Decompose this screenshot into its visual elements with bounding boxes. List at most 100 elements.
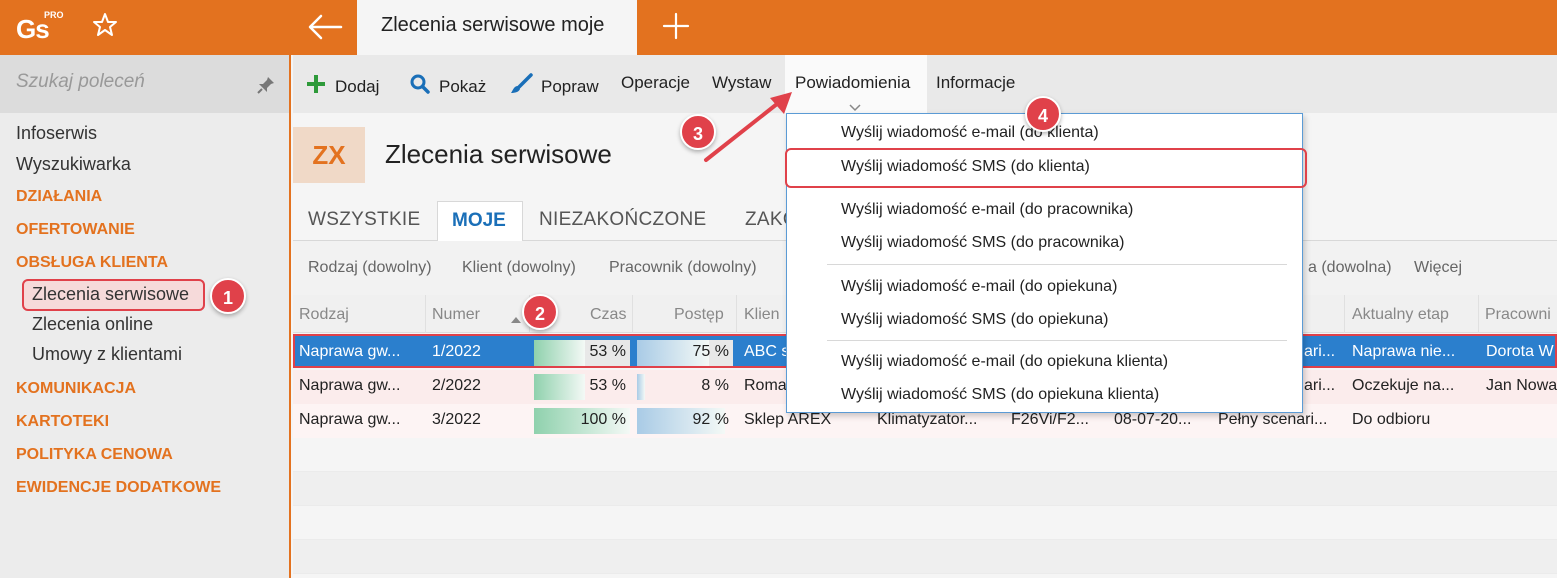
title-bar: Gs PRO Zlecenia serwisowe moje <box>0 0 1557 55</box>
menu-item-email-opiekun-klienta[interactable]: Wyślij wiadomość e-mail (do opiekuna kli… <box>841 353 1168 371</box>
column-divider <box>736 295 737 333</box>
cell-klient: Sklep AREX <box>744 411 832 428</box>
cell-etap: Oczekuje na... <box>1352 377 1455 394</box>
column-divider <box>632 295 633 333</box>
annotation-arrow <box>700 80 800 170</box>
plus-icon <box>305 73 327 100</box>
app-logo: Gs PRO <box>14 8 64 48</box>
cell-scenariusz: ari... <box>1304 343 1336 360</box>
progress-bar-fill <box>637 374 645 400</box>
logo-superscript: PRO <box>44 10 64 20</box>
cell-pracownik: Jan Nowa <box>1486 377 1557 394</box>
add-label: Dodaj <box>335 76 380 96</box>
filter-more[interactable]: Więcej <box>1414 259 1462 277</box>
menu-item-email-pracownik[interactable]: Wyślij wiadomość e-mail (do pracownika) <box>841 201 1133 219</box>
sidebar-category-obsluga-klienta[interactable]: OBSŁUGA KLIENTA <box>16 254 168 272</box>
show-label: Pokaż <box>439 76 487 96</box>
cell-rodzaj: Naprawa gw... <box>299 343 401 360</box>
cell-klient: ABC s <box>744 343 790 360</box>
command-search-input[interactable] <box>16 71 246 93</box>
cell-etap: Naprawa nie... <box>1352 343 1456 360</box>
info-menu[interactable]: Informacje <box>936 73 1015 93</box>
column-divider <box>425 295 426 333</box>
progress-bar: 8 % <box>637 374 733 400</box>
cell-data: 08-07-20... <box>1114 411 1192 428</box>
sidebar: Infoserwis Wyszukiwarka DZIAŁANIA OFERTO… <box>0 55 291 578</box>
pin-icon[interactable] <box>256 75 276 95</box>
cell-model: F26Vi/F2... <box>1011 411 1089 428</box>
filter-pracownik[interactable]: Pracownik (dowolny) <box>609 259 757 277</box>
column-pracownik[interactable]: Pracowni <box>1485 306 1551 324</box>
annotation-badge-1: 1 <box>210 278 246 314</box>
page-title: Zlecenia serwisowe <box>385 139 612 169</box>
sidebar-item-wyszukiwarka[interactable]: Wyszukiwarka <box>16 154 131 175</box>
add-button[interactable]: Dodaj <box>305 73 379 100</box>
cell-etap: Do odbioru <box>1352 411 1431 428</box>
menu-item-sms-pracownik[interactable]: Wyślij wiadomość SMS (do pracownika) <box>841 234 1125 252</box>
filter-data[interactable]: a (dowolna) <box>1308 259 1392 277</box>
filter-rodzaj[interactable]: Rodzaj (dowolny) <box>308 259 432 277</box>
time-bar: 53 % <box>534 340 630 366</box>
column-czas[interactable]: Czas <box>590 306 626 324</box>
menu-divider <box>827 340 1287 341</box>
edit-label: Popraw <box>541 76 599 96</box>
sidebar-category-polityka-cenowa[interactable]: POLITYKA CENOWA <box>16 446 173 464</box>
sidebar-category-ofertowanie[interactable]: OFERTOWANIE <box>16 221 135 239</box>
progress-value: 75 % <box>692 343 729 360</box>
tab-wszystkie[interactable]: WSZYSTKIE <box>308 209 421 231</box>
cell-numer: 1/2022 <box>432 343 481 360</box>
sidebar-item-infoserwis[interactable]: Infoserwis <box>16 123 97 144</box>
column-divider <box>1478 295 1479 333</box>
sidebar-item-umowy-z-klientami[interactable]: Umowy z klientami <box>32 344 182 365</box>
empty-row <box>293 438 1557 472</box>
tab-moje[interactable]: MOJE <box>437 201 523 242</box>
show-button[interactable]: Pokaż <box>409 73 486 100</box>
progress-value: 8 % <box>701 377 729 394</box>
operations-menu[interactable]: Operacje <box>621 73 690 93</box>
edit-button[interactable]: Popraw <box>509 73 599 100</box>
column-aktualny-etap[interactable]: Aktualny etap <box>1352 306 1449 324</box>
annotation-badge-3: 3 <box>680 114 716 150</box>
time-bar: 100 % <box>534 408 630 434</box>
chevron-down-icon <box>849 99 861 112</box>
menu-item-email-opiekun[interactable]: Wyślij wiadomość e-mail (do opiekuna) <box>841 278 1117 296</box>
cell-numer: 3/2022 <box>432 411 481 428</box>
tab-title: Zlecenia serwisowe moje <box>381 14 605 36</box>
back-arrow-icon[interactable] <box>305 9 345 45</box>
annotation-badge-2: 2 <box>522 294 558 330</box>
sidebar-category-komunikacja[interactable]: KOMUNIKACJA <box>16 380 136 398</box>
time-value: 53 % <box>589 343 626 360</box>
menu-item-sms-opiekun[interactable]: Wyślij wiadomość SMS (do opiekuna) <box>841 311 1109 329</box>
sidebar-category-kartoteki[interactable]: KARTOTEKI <box>16 413 109 431</box>
column-numer[interactable]: Numer <box>432 306 480 324</box>
menu-item-sms-klient[interactable]: Wyślij wiadomość SMS (do klienta) <box>841 158 1090 176</box>
module-badge: ZX <box>293 127 365 183</box>
tab-niezakonczone[interactable]: NIEZAKOŃCZONE <box>539 209 707 231</box>
empty-row <box>293 540 1557 574</box>
column-klient[interactable]: Klien <box>744 306 780 324</box>
filter-klient[interactable]: Klient (dowolny) <box>462 259 576 277</box>
annotation-badge-4: 4 <box>1025 96 1061 132</box>
sidebar-category-dzialania[interactable]: DZIAŁANIA <box>16 188 102 206</box>
progress-bar: 92 % <box>637 408 733 434</box>
sidebar-category-ewidencje-dodatkowe[interactable]: EWIDENCJE DODATKOWE <box>16 479 221 497</box>
menu-divider <box>827 264 1287 265</box>
time-bar-fill <box>534 340 585 366</box>
column-divider <box>1344 295 1345 333</box>
notifications-menu[interactable]: Powiadomienia <box>795 73 910 93</box>
cell-scenariusz: ari... <box>1304 377 1336 394</box>
empty-row <box>293 506 1557 540</box>
tab-zlecenia-serwisowe-moje[interactable]: Zlecenia serwisowe moje <box>357 0 637 55</box>
sidebar-item-zlecenia-online[interactable]: Zlecenia online <box>32 314 153 335</box>
column-rodzaj[interactable]: Rodzaj <box>299 306 349 324</box>
new-tab-plus-icon[interactable] <box>660 10 692 42</box>
sort-ascending-icon <box>511 310 521 328</box>
menu-item-sms-opiekun-klienta[interactable]: Wyślij wiadomość SMS (do opiekuna klient… <box>841 386 1159 404</box>
time-bar-fill <box>534 374 585 400</box>
column-postep[interactable]: Postęp <box>674 306 724 324</box>
menu-item-email-klient[interactable]: Wyślij wiadomość e-mail (do klienta) <box>841 124 1099 142</box>
sidebar-item-zlecenia-serwisowe[interactable]: Zlecenia serwisowe <box>32 284 189 305</box>
cell-klient: Roma <box>744 377 787 394</box>
favorite-star-icon[interactable] <box>90 10 120 40</box>
brush-icon <box>509 73 533 100</box>
